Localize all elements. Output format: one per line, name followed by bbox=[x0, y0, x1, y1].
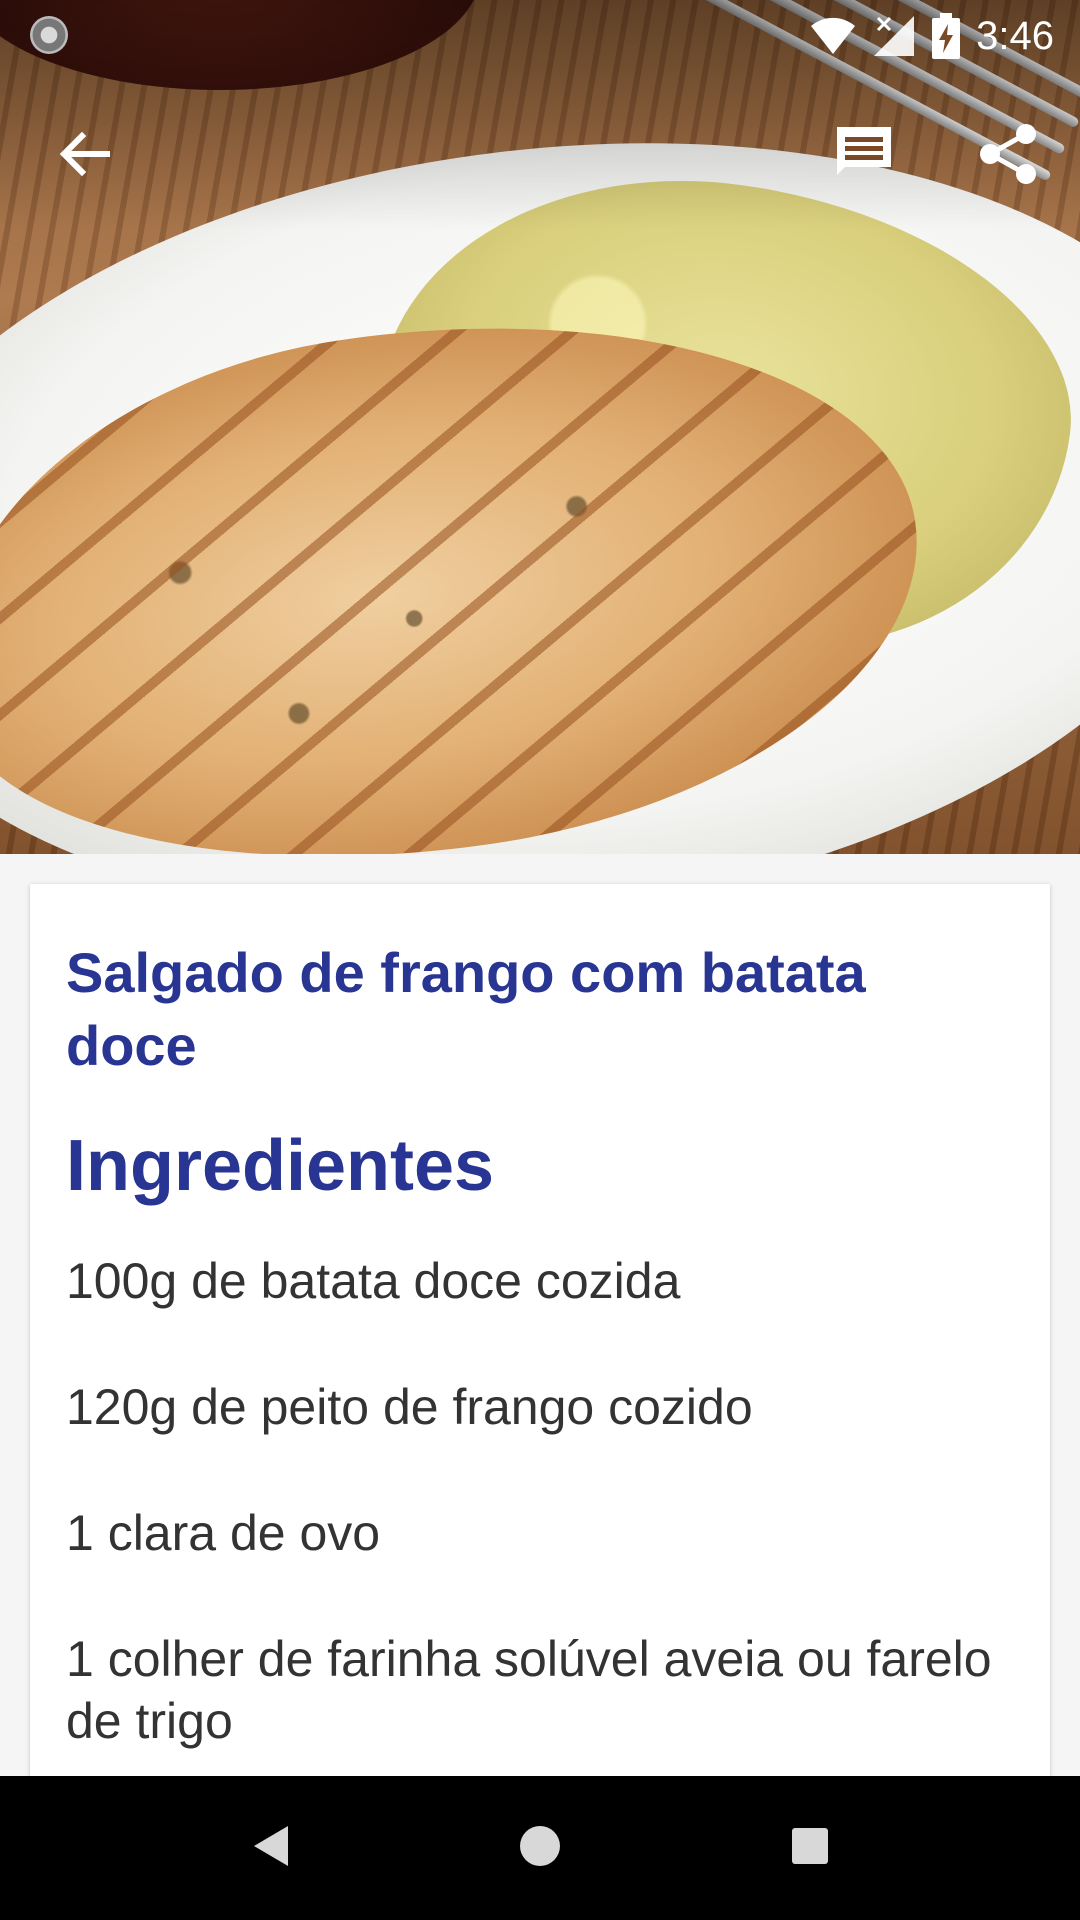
ingredient-item: 100g de batata doce cozida bbox=[66, 1253, 681, 1309]
wifi-icon bbox=[810, 16, 856, 56]
system-navigation-bar bbox=[0, 1776, 1080, 1920]
ingredient-item: 120g de peito de frango cozido bbox=[66, 1379, 753, 1435]
app-toolbar bbox=[0, 100, 1080, 212]
nav-recents-icon bbox=[791, 1827, 829, 1870]
arrow-back-icon bbox=[58, 128, 111, 185]
ingredient-item: 1 clara de ovo bbox=[66, 1505, 381, 1561]
recipe-screen: 3:46 Salgado de frango com batata doce I… bbox=[0, 0, 1080, 1920]
share-button[interactable] bbox=[952, 100, 1064, 212]
nav-back-button[interactable] bbox=[220, 1798, 320, 1898]
cell-signal-no-data-icon bbox=[872, 14, 916, 58]
loading-indicator-icon bbox=[30, 16, 68, 54]
share-icon bbox=[978, 123, 1038, 190]
nav-home-icon bbox=[519, 1825, 561, 1872]
status-time: 3:46 bbox=[976, 13, 1054, 58]
nav-back-icon bbox=[250, 1824, 290, 1873]
ingredients-list: 100g de batata doce cozida 120g de peito… bbox=[66, 1250, 1006, 1816]
ingredients-heading: Ingredientes bbox=[66, 1126, 495, 1206]
comments-icon bbox=[833, 123, 895, 190]
status-icons: 3:46 bbox=[810, 10, 1054, 62]
ingredient-item: 1 colher de farinha solúvel aveia ou far… bbox=[66, 1631, 992, 1749]
battery-charging-icon bbox=[932, 13, 961, 59]
recipe-title: Salgado de frango com batata doce bbox=[66, 941, 866, 1077]
back-button[interactable] bbox=[28, 100, 140, 212]
status-bar: 3:46 bbox=[0, 0, 1080, 72]
nav-recents-button[interactable] bbox=[760, 1798, 860, 1898]
nav-home-button[interactable] bbox=[490, 1798, 590, 1898]
recipe-card: Salgado de frango com batata doce Ingred… bbox=[30, 884, 1050, 1920]
comments-button[interactable] bbox=[808, 100, 920, 212]
